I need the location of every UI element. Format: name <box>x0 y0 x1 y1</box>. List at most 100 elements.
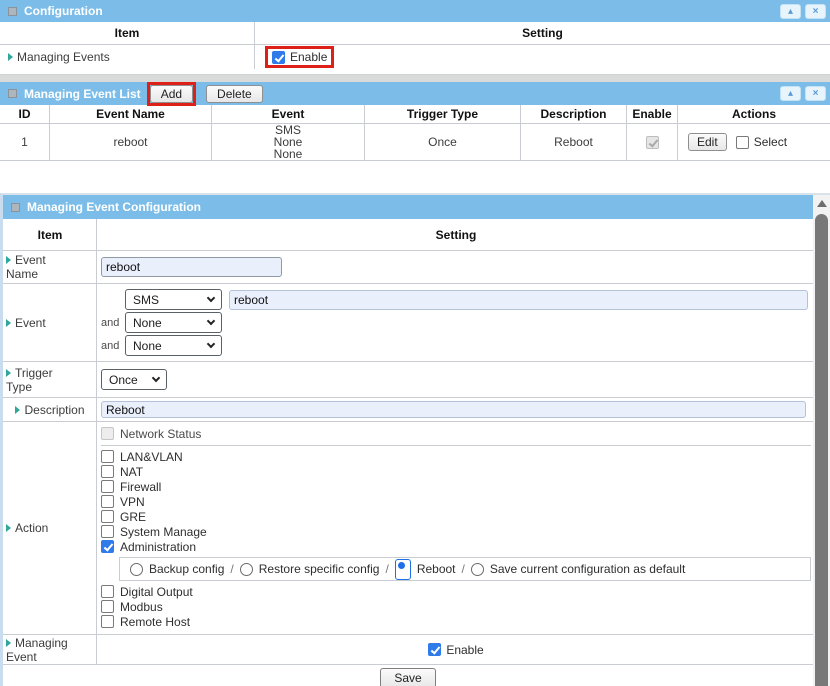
save-default-radio[interactable] <box>471 563 484 576</box>
event-and-select-2[interactable]: None <box>125 335 222 356</box>
backup-config-label: Backup config <box>149 562 224 576</box>
collapse-icon[interactable]: ▴ <box>780 86 801 101</box>
separator: / <box>462 562 465 576</box>
remote-host-checkbox[interactable] <box>101 615 114 628</box>
modbus-label: Modbus <box>120 600 163 614</box>
select-label: Select <box>754 136 787 148</box>
scrollbar-up-icon[interactable] <box>813 195 830 212</box>
and-label: and <box>101 317 125 329</box>
cell-event-name: reboot <box>50 124 212 160</box>
delete-button[interactable]: Delete <box>206 85 263 103</box>
close-icon[interactable]: × <box>805 4 826 19</box>
event-row: Event SMS and None <box>3 284 813 362</box>
add-button[interactable]: Add <box>150 85 193 103</box>
col-item: Item <box>0 22 255 44</box>
lan-vlan-checkbox[interactable] <box>101 450 114 463</box>
enable-label: Enable <box>290 50 327 64</box>
event-name-input[interactable] <box>101 257 282 277</box>
enable-label: Enable <box>446 643 483 657</box>
trigger-type-select[interactable]: Once <box>101 369 167 390</box>
reboot-label: Reboot <box>417 562 456 576</box>
event-and-1-value: None <box>133 316 162 330</box>
event-list-panel: Managing Event List Add Delete ▴ × ID Ev… <box>0 82 830 161</box>
save-default-label: Save current configuration as default <box>490 562 685 576</box>
trigger-label: Trigger <box>15 366 53 380</box>
row-select-checkbox[interactable] <box>736 136 749 149</box>
config-table-header: Item Setting <box>3 219 813 251</box>
managing-event-enable-checkbox[interactable] <box>428 643 441 656</box>
trigger-type-value: Once <box>109 373 138 387</box>
table-header: Item Setting <box>0 22 830 45</box>
event-name-row: Event Name <box>3 251 813 284</box>
administration-checkbox[interactable] <box>101 540 114 553</box>
gre-checkbox[interactable] <box>101 510 114 523</box>
cell-event: SMS None None <box>212 124 365 160</box>
highlight-box-enable: Enable <box>265 46 334 68</box>
save-button[interactable]: Save <box>380 668 435 686</box>
col-setting: Setting <box>97 219 813 250</box>
network-status-checkbox <box>101 427 114 440</box>
edit-button[interactable]: Edit <box>688 133 727 151</box>
cell-id: 1 <box>0 124 50 160</box>
col-event: Event <box>212 105 365 123</box>
panel-title: Configuration <box>24 4 103 18</box>
panel-title: Managing Event List <box>24 87 141 101</box>
event-config-header: Managing Event Configuration <box>3 195 813 219</box>
row-enable-checkbox <box>646 136 659 149</box>
system-manage-checkbox[interactable] <box>101 525 114 538</box>
restore-config-radio[interactable] <box>240 563 253 576</box>
scrollbar[interactable] <box>813 195 830 686</box>
network-status-label: Network Status <box>120 427 201 441</box>
configuration-panel: Configuration ▴ × Item Setting Managing … <box>0 0 830 69</box>
action-row: Action Network Status LAN&VLAN NAT Firew… <box>3 422 813 635</box>
event-type-value: SMS <box>133 293 159 307</box>
col-event-name: Event Name <box>50 105 212 123</box>
managing-event-label-line2: Event <box>6 650 94 664</box>
managing-event-label: Managing <box>15 636 68 650</box>
configuration-header: Configuration ▴ × <box>0 0 830 22</box>
col-item: Item <box>3 219 97 250</box>
col-id: ID <box>0 105 50 123</box>
digital-output-label: Digital Output <box>120 585 193 599</box>
trigger-type-row: Trigger Type Once <box>3 362 813 398</box>
chevron-down-icon <box>207 317 215 325</box>
gre-label: GRE <box>120 510 146 524</box>
collapse-icon[interactable]: ▴ <box>780 4 801 19</box>
event-type-select[interactable]: SMS <box>125 289 222 310</box>
managing-events-enable-checkbox[interactable] <box>272 51 285 64</box>
event-and-select-1[interactable]: None <box>125 312 222 333</box>
event-list-header: Managing Event List Add Delete ▴ × <box>0 82 830 105</box>
nat-checkbox[interactable] <box>101 465 114 478</box>
digital-output-checkbox[interactable] <box>101 585 114 598</box>
firewall-checkbox[interactable] <box>101 480 114 493</box>
event-name-label-line2: Name <box>6 267 94 281</box>
separator: / <box>230 562 233 576</box>
divider <box>0 75 830 82</box>
bullet-icon <box>8 53 13 61</box>
modbus-checkbox[interactable] <box>101 600 114 613</box>
close-icon[interactable]: × <box>805 86 826 101</box>
restore-config-label: Restore specific config <box>259 562 380 576</box>
scrollbar-thumb[interactable] <box>815 214 828 686</box>
remote-host-label: Remote Host <box>120 615 190 629</box>
bullet-icon <box>6 524 11 532</box>
bullet-icon <box>6 369 11 377</box>
system-manage-label: System Manage <box>120 525 207 539</box>
separator: / <box>385 562 388 576</box>
chevron-down-icon <box>207 294 215 302</box>
description-label: Description <box>24 403 84 417</box>
vpn-checkbox[interactable] <box>101 495 114 508</box>
col-trigger-type: Trigger Type <box>365 105 521 123</box>
event-line: None <box>274 148 303 160</box>
panel-icon <box>11 203 20 212</box>
backup-config-radio[interactable] <box>130 563 143 576</box>
description-input[interactable] <box>101 401 806 418</box>
event-config-panel: Managing Event Configuration Item Settin… <box>0 193 830 686</box>
event-name-label: Event <box>15 253 46 267</box>
vpn-label: VPN <box>120 495 145 509</box>
reboot-radio[interactable] <box>395 559 411 580</box>
col-actions: Actions <box>678 105 830 123</box>
event-value-input[interactable] <box>229 290 808 310</box>
col-enable: Enable <box>627 105 678 123</box>
col-setting: Setting <box>255 22 830 44</box>
